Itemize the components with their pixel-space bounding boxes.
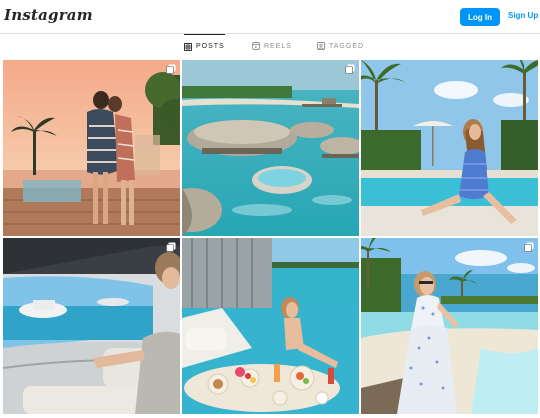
post-image <box>182 238 359 414</box>
top-bar: Instagram Log In Sign Up <box>0 0 540 34</box>
tab-posts-label: POSTS <box>196 43 225 50</box>
tab-posts[interactable]: POSTS <box>184 34 225 58</box>
post-tile[interactable] <box>3 60 180 236</box>
post-tile[interactable] <box>361 238 538 414</box>
post-tile[interactable] <box>361 60 538 236</box>
instagram-logo[interactable]: Instagram <box>4 6 93 24</box>
post-image <box>361 238 538 414</box>
tab-reels[interactable]: REELS <box>252 34 292 58</box>
signup-link[interactable]: Sign Up <box>508 11 538 20</box>
grid-icon <box>184 42 192 51</box>
tab-reels-label: REELS <box>264 42 292 50</box>
post-image <box>182 60 359 236</box>
multiple-posts-icon <box>166 64 176 74</box>
post-image <box>3 238 180 414</box>
multiple-posts-icon <box>345 64 355 74</box>
profile-tabs: POSTS REELS TAGGED <box>0 34 540 58</box>
post-tile[interactable] <box>3 238 180 414</box>
login-button[interactable]: Log In <box>460 8 500 26</box>
post-image <box>361 60 538 236</box>
post-tile[interactable] <box>182 60 359 236</box>
multiple-posts-icon <box>166 242 176 252</box>
tab-tagged-label: TAGGED <box>329 42 365 50</box>
post-image <box>3 60 180 236</box>
tab-tagged[interactable]: TAGGED <box>317 34 364 58</box>
reels-icon <box>252 42 260 50</box>
tagged-icon <box>317 42 325 50</box>
multiple-posts-icon <box>524 242 534 252</box>
post-tile[interactable] <box>182 238 359 414</box>
